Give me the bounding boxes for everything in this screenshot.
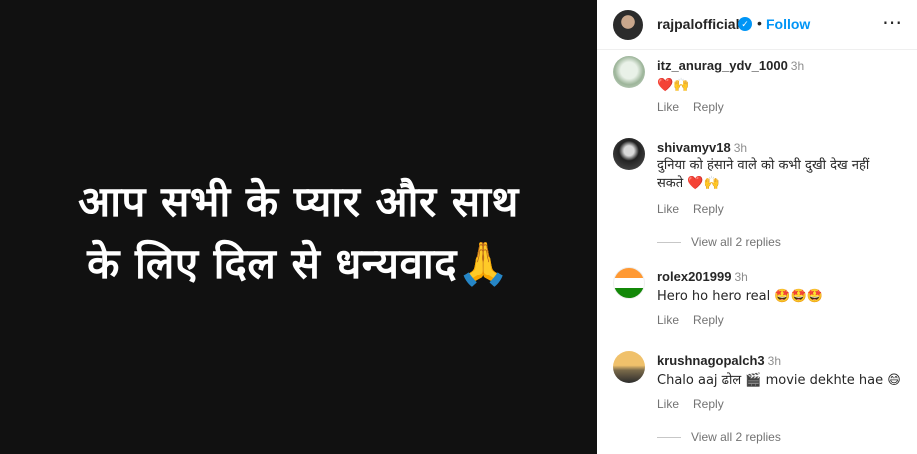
- view-replies-button[interactable]: View all 2 replies: [657, 235, 781, 249]
- view-replies-label[interactable]: View all 2 replies: [691, 430, 781, 444]
- comment-body: rolex201999 3h Hero ho hero real 🤩🤩🤩: [657, 267, 909, 306]
- verified-badge-icon: ✓: [738, 17, 752, 31]
- comment-actions: Like Reply: [657, 100, 738, 114]
- commenter-avatar[interactable]: [613, 267, 645, 299]
- comment-time[interactable]: 3h: [768, 354, 781, 368]
- follow-button[interactable]: Follow: [766, 16, 810, 32]
- view-replies-label[interactable]: View all 2 replies: [691, 235, 781, 249]
- commenter-avatar[interactable]: [613, 138, 645, 170]
- media-text-line1: आप सभी के प्यार और साथ: [78, 177, 519, 226]
- comments-panel: rajpalofficial ✓ • Follow ⋯ itz_anurag_y…: [597, 0, 917, 454]
- replies-divider: [657, 242, 681, 244]
- comment-body: shivamyv18 3h दुनिया को हंसाने वाले को कभ…: [657, 138, 909, 193]
- comment-list[interactable]: itz_anurag_ydv_1000 3h ❤️🙌 Like Reply shiv…: [597, 50, 917, 454]
- post-media[interactable]: आप सभी के प्यार और साथ के लिए दिल से धन्…: [0, 0, 597, 454]
- like-button[interactable]: Like: [657, 100, 679, 114]
- more-options-icon[interactable]: ⋯: [882, 10, 903, 35]
- post-header: rajpalofficial ✓ • Follow ⋯: [597, 0, 917, 50]
- comment-text-line2: सकते ❤️🙌: [657, 176, 720, 191]
- comment-actions: Like Reply: [657, 202, 738, 216]
- author-avatar[interactable]: [613, 10, 643, 40]
- header-separator: •: [757, 15, 762, 31]
- comment-actions: Like Reply: [657, 313, 738, 327]
- commenter-username[interactable]: shivamyv18: [657, 140, 731, 155]
- replies-divider: [657, 437, 681, 439]
- reply-button[interactable]: Reply: [693, 202, 724, 216]
- comment-text-line1: दुनिया को हंसाने वाले को कभी दुखी देख नह…: [657, 158, 870, 173]
- reply-button[interactable]: Reply: [693, 313, 724, 327]
- like-button[interactable]: Like: [657, 202, 679, 216]
- author-username[interactable]: rajpalofficial: [657, 16, 739, 32]
- reply-button[interactable]: Reply: [693, 100, 724, 114]
- commenter-username[interactable]: itz_anurag_ydv_1000: [657, 58, 788, 73]
- comment-text: ❤️🙌: [657, 78, 690, 93]
- view-replies-button[interactable]: View all 2 replies: [657, 430, 781, 444]
- post-caption-image-text: आप सभी के प्यार और साथ के लिए दिल से धन्…: [78, 159, 519, 295]
- commenter-username[interactable]: rolex201999: [657, 269, 731, 284]
- like-button[interactable]: Like: [657, 397, 679, 411]
- commenter-avatar[interactable]: [613, 56, 645, 88]
- comment-text: Chalo aaj ढोल 🎬 movie dekhte hae 😄: [657, 373, 901, 388]
- comment-time[interactable]: 3h: [791, 59, 804, 73]
- comment-time[interactable]: 3h: [734, 270, 747, 284]
- comment-actions: Like Reply: [657, 397, 738, 411]
- media-text-line2: के लिए दिल से धन्यवाद🙏: [87, 239, 510, 288]
- comment-body: itz_anurag_ydv_1000 3h ❤️🙌: [657, 56, 909, 95]
- comment-body: krushnagopalch3 3h Chalo aaj ढोल 🎬 movie …: [657, 351, 909, 390]
- commenter-avatar[interactable]: [613, 351, 645, 383]
- comment-text: Hero ho hero real 🤩🤩🤩: [657, 289, 823, 304]
- reply-button[interactable]: Reply: [693, 397, 724, 411]
- commenter-username[interactable]: krushnagopalch3: [657, 353, 765, 368]
- comment-time[interactable]: 3h: [734, 141, 747, 155]
- like-button[interactable]: Like: [657, 313, 679, 327]
